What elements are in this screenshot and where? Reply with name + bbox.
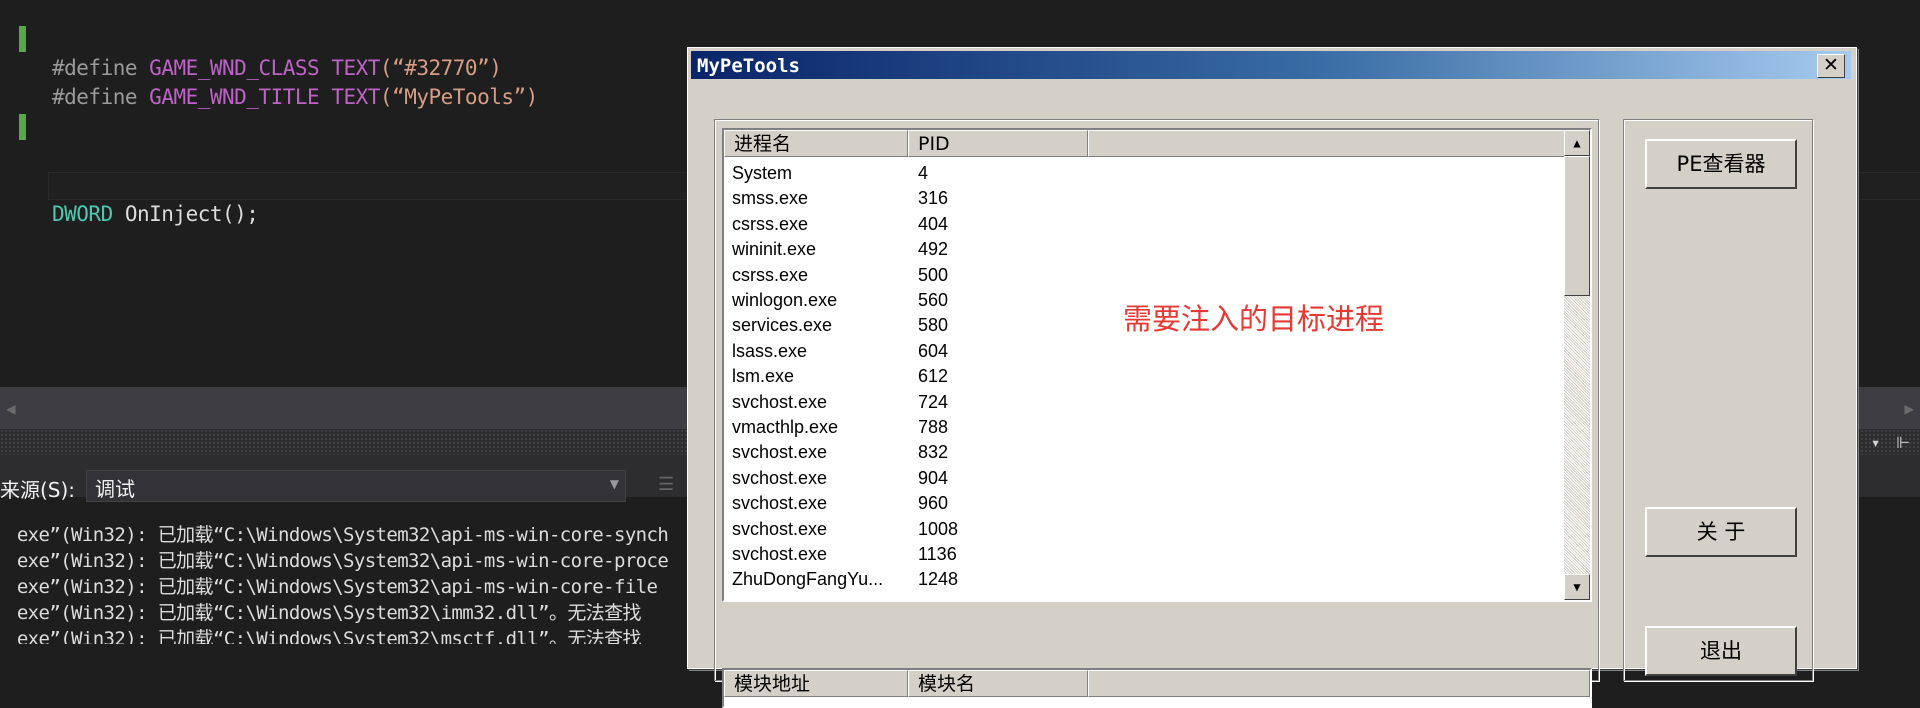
pe-viewer-button[interactable]: PE查看器 (1645, 139, 1797, 189)
process-pid: 560 (918, 290, 949, 310)
process-name: lsass.exe (732, 340, 808, 361)
output-line: exe”(Win32): 已加载“C:\Windows\System32\imm… (6, 602, 642, 624)
process-pid: 612 (918, 366, 949, 387)
process-row[interactable]: csrss.exe 404 (732, 212, 948, 237)
process-pid: 4 (918, 163, 929, 183)
scroll-down-icon[interactable]: ▼ (1564, 574, 1590, 600)
process-row[interactable]: svchost.exe 904 (732, 466, 948, 491)
column-header-process-name[interactable]: 进程名 (724, 130, 908, 157)
process-list-scrollbar[interactable]: ▲ ▼ (1564, 130, 1590, 600)
process-name: vmacthlp.exe (732, 417, 839, 437)
process-pid: 580 (918, 315, 949, 336)
output-line: exe”(Win32): 已加载“C:\Windows\System32\msc… (6, 628, 642, 644)
process-name: svchost.exe (732, 493, 828, 514)
process-row[interactable]: svchost.exe 1136 (732, 542, 957, 567)
process-row[interactable]: csrss.exe 500 (732, 263, 948, 288)
process-row[interactable]: svchost.exe 832 (732, 440, 948, 465)
process-list[interactable]: 进程名 PID System 4 smss.exe 316 csrss.exe 404 wi… (722, 128, 1592, 602)
process-row[interactable]: winlogon.exe 560 (732, 288, 948, 313)
output-line: exe”(Win32): 已加载“C:\Windows\System32\api… (6, 524, 669, 546)
pane-controls: ▾ ⊩ (1871, 433, 1910, 452)
process-name: svchost.exe (732, 467, 828, 488)
column-header-module-address[interactable]: 模块地址 (724, 670, 908, 697)
module-list[interactable]: 模块地址 模块名 (722, 668, 1592, 708)
process-row[interactable]: lsm.exe 612 (732, 364, 948, 389)
output-line: exe”(Win32): 已加载“C:\Windows\System32\api… (6, 550, 669, 572)
output-line: exe”(Win32): 已加载“C:\Windows\System32\api… (6, 576, 658, 598)
clear-output-icon[interactable]: ☰ (658, 474, 674, 495)
process-pid: 1248 (918, 569, 959, 590)
output-source-select[interactable]: 调试 ▼ (86, 470, 626, 502)
process-row[interactable]: svchost.exe 1008 (732, 517, 958, 542)
process-pid: 404 (918, 213, 949, 234)
process-row[interactable]: smss.exe 316 (732, 186, 948, 211)
output-source-value: 调试 (95, 477, 135, 501)
code-line-1: #define GAME_WND_CLASS TEXT(“#32770”) (52, 56, 502, 80)
process-row[interactable]: svchost.exe 724 (732, 390, 948, 415)
process-name: wininit.exe (732, 239, 817, 260)
process-row[interactable]: lsass.exe 604 (732, 339, 948, 364)
change-marker (19, 26, 26, 52)
dialog-title-bar[interactable]: MyPeTools ✕ (691, 51, 1851, 79)
process-pid: 1008 (918, 518, 959, 539)
dialog-title: MyPeTools (697, 55, 800, 77)
button-group (1623, 119, 1813, 681)
process-pid: 316 (918, 188, 949, 209)
process-name: smss.exe (732, 188, 809, 209)
change-marker (19, 114, 26, 140)
process-row[interactable]: ZhuDongFangYu... 1248 (732, 567, 958, 592)
process-pid: 492 (918, 239, 949, 260)
exit-button[interactable]: 退出 (1645, 626, 1797, 676)
process-pid: 788 (918, 417, 949, 437)
process-row[interactable]: services.exe 580 (732, 313, 948, 338)
code-line-2: #define GAME_WND_TITLE TEXT(“MyPeTools”) (52, 85, 538, 109)
mypetools-dialog: MyPeTools ✕ 进程名 PID System 4 smss.exe 316 cs… (687, 47, 1857, 708)
process-name: ZhuDongFangYu... (732, 569, 884, 590)
process-name: winlogon.exe (732, 290, 838, 310)
process-row[interactable]: wininit.exe 492 (732, 237, 948, 262)
scroll-left-icon[interactable]: ◀ (6, 399, 16, 418)
process-pid: 904 (918, 467, 949, 488)
close-icon: ✕ (1823, 54, 1839, 76)
scroll-right-icon[interactable]: ▶ (1904, 399, 1914, 418)
process-name: csrss.exe (732, 213, 809, 234)
process-pid: 724 (918, 391, 949, 412)
process-pid: 1136 (918, 544, 957, 564)
chevron-down-icon: ▼ (609, 477, 619, 491)
column-header-pid[interactable]: PID (908, 130, 1088, 157)
column-header-blank[interactable] (1088, 670, 1590, 697)
pane-dropdown-icon[interactable]: ▾ (1871, 433, 1881, 452)
output-text[interactable]: exe”(Win32): 已加载“C:\Windows\System32\api… (0, 502, 700, 644)
process-row[interactable]: vmacthlp.exe 788 (732, 415, 948, 440)
process-name: System (732, 163, 793, 183)
process-row[interactable]: System 4 (732, 161, 928, 186)
process-name: svchost.exe (732, 442, 828, 463)
process-row[interactable]: svchost.exe 960 (732, 491, 948, 516)
annotation-text: 需要注入的目标进程 (1123, 302, 1385, 336)
output-source-label: 来源(S): (0, 478, 76, 502)
column-header-blank[interactable] (1088, 130, 1568, 157)
about-button[interactable]: 关 于 (1645, 507, 1797, 557)
scrollbar-thumb[interactable] (1564, 156, 1590, 296)
process-pid: 604 (918, 340, 949, 361)
code-line-decl: DWORD OnInject(); (52, 202, 259, 226)
process-name: svchost.exe (732, 391, 828, 412)
column-header-module-name[interactable]: 模块名 (908, 670, 1088, 697)
process-name: services.exe (732, 315, 833, 336)
pin-icon[interactable]: ⊩ (1896, 433, 1910, 452)
process-name: lsm.exe (732, 366, 795, 387)
scroll-up-icon[interactable]: ▲ (1564, 130, 1590, 156)
process-pid: 832 (918, 442, 949, 463)
process-pid: 960 (918, 493, 949, 514)
process-name: svchost.exe (732, 544, 828, 564)
close-button[interactable]: ✕ (1817, 54, 1845, 78)
process-name: csrss.exe (732, 264, 809, 285)
process-pid: 500 (918, 264, 949, 285)
process-name: svchost.exe (732, 518, 828, 539)
